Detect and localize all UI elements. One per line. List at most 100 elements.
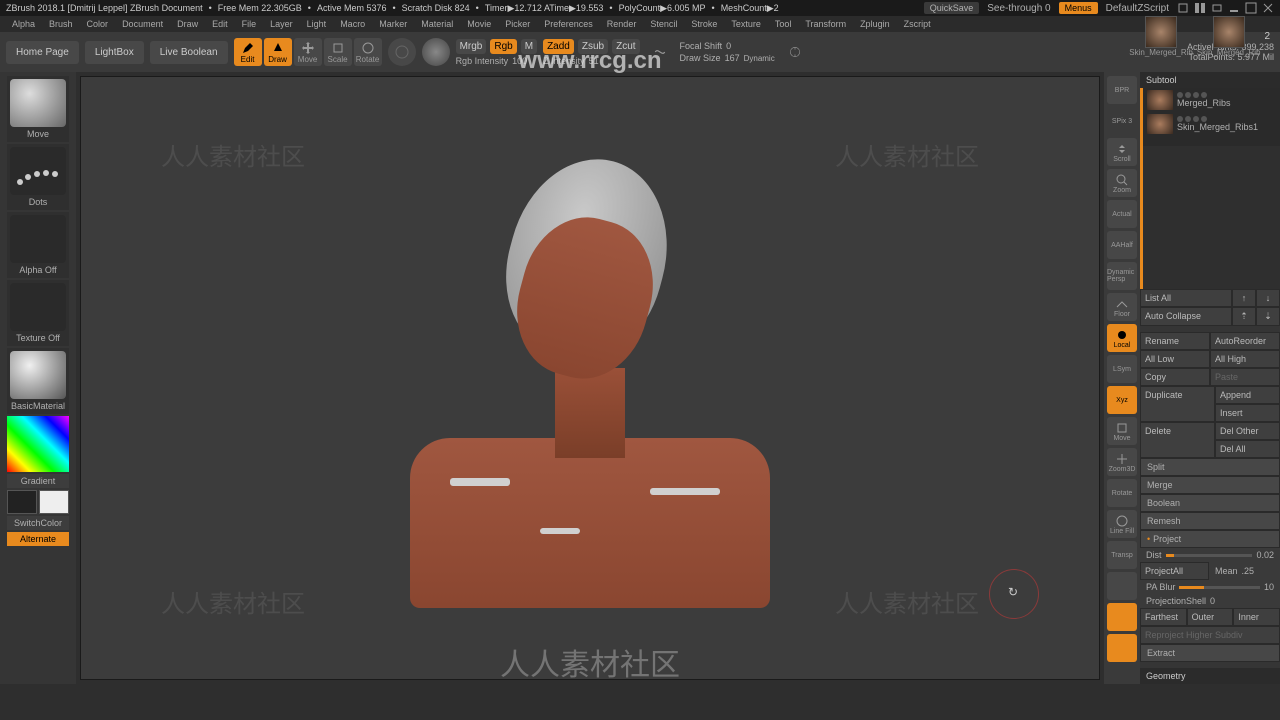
persp-button[interactable]: Dynamic Persp [1107, 262, 1137, 290]
append-button[interactable]: Append [1215, 386, 1280, 404]
brush-slot[interactable]: Move [7, 76, 69, 142]
paste-button[interactable]: Paste [1210, 368, 1280, 386]
viewport-canvas[interactable]: www.rrcg.cn 人人素材社区 人人素材社区 人人素材社区 人人素材社区 … [80, 76, 1100, 680]
dist-slider[interactable]: Dist0.02 [1140, 548, 1280, 562]
gizmo-icon[interactable] [388, 38, 416, 66]
scene-thumb[interactable] [1213, 16, 1245, 48]
zsub-button[interactable]: Zsub [578, 39, 608, 54]
float-icon[interactable] [1211, 2, 1223, 14]
menu-item[interactable]: Macro [340, 19, 365, 29]
rotate-mode-button[interactable]: Rotate [354, 38, 382, 66]
pablur-slider[interactable]: PA Blur10 [1140, 580, 1280, 594]
extract-section[interactable]: Extract [1140, 644, 1280, 662]
boolean-section[interactable]: Boolean [1140, 494, 1280, 512]
menu-item[interactable]: Render [607, 19, 637, 29]
insert-button[interactable]: Insert [1215, 404, 1280, 422]
scale-mode-button[interactable]: Scale [324, 38, 352, 66]
move-down-icon[interactable]: ⇣ [1256, 307, 1280, 326]
color-swatches[interactable] [7, 490, 69, 514]
menu-item[interactable]: Movie [467, 19, 491, 29]
menu-item[interactable]: File [242, 19, 257, 29]
draw-size-value[interactable]: 167 [725, 53, 740, 63]
focal-shift-value[interactable]: 0 [726, 41, 731, 51]
window-icon[interactable] [1177, 2, 1189, 14]
split-section[interactable]: Split [1140, 458, 1280, 476]
autocollapse-button[interactable]: Auto Collapse [1140, 307, 1232, 326]
listall-button[interactable]: List All [1140, 289, 1232, 307]
menu-item[interactable]: Texture [731, 19, 761, 29]
geometry-header[interactable]: Geometry [1140, 668, 1280, 684]
alllow-button[interactable]: All Low [1140, 350, 1210, 368]
alpha-slot[interactable]: Alpha Off [7, 212, 69, 278]
menu-item[interactable]: Marker [379, 19, 407, 29]
menu-item[interactable]: Tool [775, 19, 792, 29]
minimize-icon[interactable] [1228, 2, 1240, 14]
default-zscript[interactable]: DefaultZScript [1106, 3, 1169, 14]
scroll-button[interactable]: Scroll [1107, 138, 1137, 166]
menu-item[interactable]: Alpha [12, 19, 35, 29]
farthest-button[interactable]: Farthest [1140, 608, 1187, 626]
solo-button[interactable] [1107, 634, 1137, 662]
menu-item[interactable]: Edit [212, 19, 228, 29]
seethrough-slider[interactable]: See-through 0 [987, 3, 1050, 14]
merge-section[interactable]: Merge [1140, 476, 1280, 494]
subtool-item[interactable]: Skin_Merged_Ribs1 [1143, 112, 1280, 136]
project-section[interactable]: Project [1140, 530, 1280, 548]
menu-item[interactable]: Draw [177, 19, 198, 29]
zadd-button[interactable]: Zadd [543, 39, 574, 54]
floor-button[interactable]: Floor [1107, 293, 1137, 321]
menu-item[interactable]: Preferences [544, 19, 593, 29]
aahalf-button[interactable]: AAHalf [1107, 231, 1137, 259]
move-view-button[interactable]: Zoom3D [1107, 448, 1137, 476]
menu-item[interactable]: Color [87, 19, 109, 29]
dynamic-icon[interactable] [781, 38, 809, 66]
layout-icon[interactable] [1194, 2, 1206, 14]
menu-item[interactable]: Light [307, 19, 327, 29]
inner-button[interactable]: Inner [1233, 608, 1280, 626]
quicksave-button[interactable]: QuickSave [924, 2, 980, 14]
menu-item[interactable]: Document [122, 19, 163, 29]
material-slot[interactable]: BasicMaterial [7, 348, 69, 414]
menu-item[interactable]: Material [421, 19, 453, 29]
delete-button[interactable]: Delete [1140, 422, 1215, 458]
spix-label[interactable]: SPix 3 [1107, 107, 1137, 135]
texture-slot[interactable]: Texture Off [7, 280, 69, 346]
outer-button[interactable]: Outer [1187, 608, 1234, 626]
menu-item[interactable]: Transform [805, 19, 846, 29]
menu-item[interactable]: Zplugin [860, 19, 890, 29]
homepage-button[interactable]: Home Page [6, 41, 79, 64]
move-up-icon[interactable]: ⇡ [1232, 307, 1256, 326]
maximize-icon[interactable] [1245, 2, 1257, 14]
lsym-button[interactable]: LSym [1107, 355, 1137, 383]
subtool-header[interactable]: Subtool [1140, 72, 1280, 88]
menu-item[interactable]: Layer [270, 19, 293, 29]
actual-button[interactable]: Actual [1107, 200, 1137, 228]
move-mode-button[interactable]: Move [294, 38, 322, 66]
lightbox-button[interactable]: LightBox [85, 41, 144, 64]
delall-button[interactable]: Del All [1215, 440, 1280, 458]
zoom3d-button[interactable]: Rotate [1107, 479, 1137, 507]
reproject-button[interactable]: Reproject Higher Subdiv [1140, 626, 1280, 644]
down-arrow-icon[interactable]: ↓ [1256, 289, 1280, 307]
liveboolean-button[interactable]: Live Boolean [150, 41, 228, 64]
remesh-section[interactable]: Remesh [1140, 512, 1280, 530]
rgb-intensity-value[interactable]: 100 [512, 56, 527, 66]
edit-mode-button[interactable]: Edit [234, 38, 262, 66]
switchcolor-button[interactable]: SwitchColor [7, 516, 69, 530]
bpr-button[interactable]: BPR [1107, 76, 1137, 104]
color-picker[interactable] [7, 416, 69, 472]
mean-slider[interactable]: Mean.25 [1209, 562, 1280, 580]
projectall-button[interactable]: ProjectAll [1140, 562, 1209, 580]
menu-item[interactable]: Stroke [691, 19, 717, 29]
menus-button[interactable]: Menus [1059, 2, 1098, 14]
projectionshell-slider[interactable]: ProjectionShell0 [1140, 594, 1280, 608]
draw-mode-button[interactable]: Draw [264, 38, 292, 66]
menu-item[interactable]: Brush [49, 19, 73, 29]
up-arrow-icon[interactable]: ↑ [1232, 289, 1256, 307]
mrgb-button[interactable]: Mrgb [456, 39, 487, 54]
linefill-button[interactable]: Transp [1107, 541, 1137, 569]
xyz-button[interactable]: Xyz [1107, 386, 1137, 414]
scene-thumb[interactable] [1145, 16, 1177, 48]
close-icon[interactable] [1262, 2, 1274, 14]
m-button[interactable]: M [521, 39, 537, 54]
